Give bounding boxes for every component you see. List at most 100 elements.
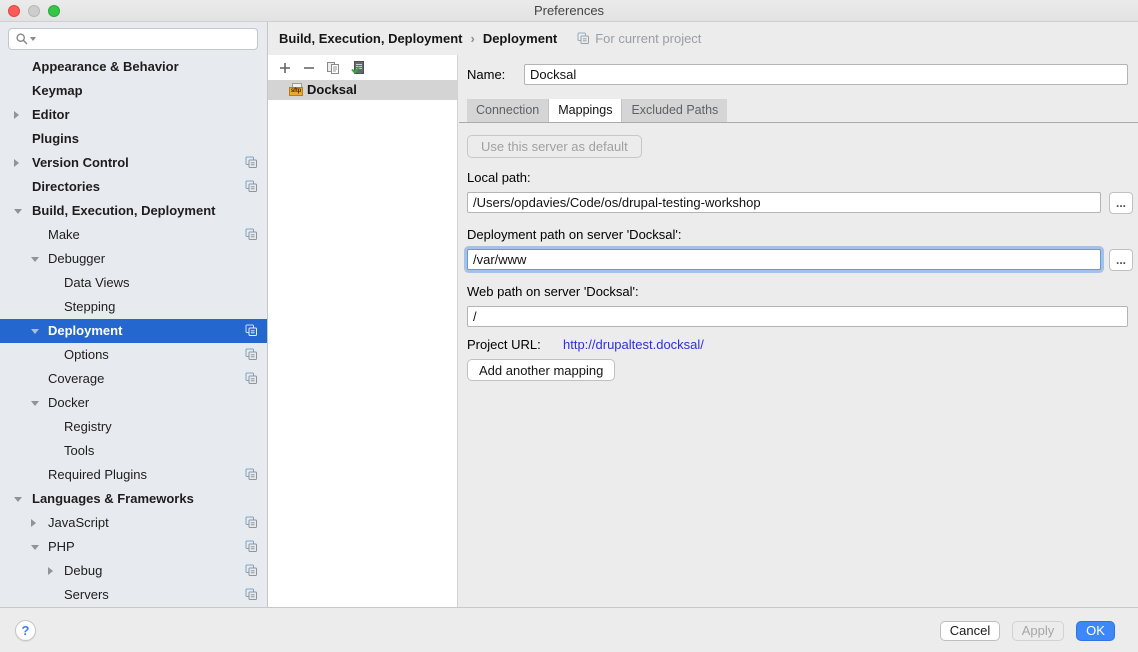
- breadcrumb-item[interactable]: Build, Execution, Deployment: [279, 31, 462, 46]
- use-server-as-default-button[interactable]: Use this server as default: [467, 135, 642, 158]
- breadcrumb-separator: ›: [470, 31, 474, 46]
- server-toolbar: [268, 55, 457, 80]
- copy-icon: [326, 61, 341, 75]
- scope-label: For current project: [595, 31, 701, 46]
- add-icon: [278, 61, 293, 75]
- sidebar-item-directories[interactable]: Directories: [0, 175, 267, 199]
- sidebar-item-appearance-behavior[interactable]: Appearance & Behavior: [0, 55, 267, 79]
- remove-button[interactable]: [297, 58, 321, 78]
- sidebar-item-label: Data Views: [64, 271, 130, 295]
- sidebar-item-options[interactable]: Options: [0, 343, 267, 367]
- titlebar: Preferences: [0, 0, 1138, 22]
- for-current-project-icon: [577, 32, 590, 45]
- shared-config-icon: [245, 348, 258, 361]
- sidebar-item-label: Build, Execution, Deployment: [32, 199, 215, 223]
- tab-excluded-paths[interactable]: Excluded Paths: [622, 99, 727, 122]
- project-url-label: Project URL:: [467, 337, 541, 352]
- deployment-path-browse-button[interactable]: ...: [1109, 249, 1133, 271]
- sidebar-item-editor[interactable]: Editor: [0, 103, 267, 127]
- sidebar-item-debugger[interactable]: Debugger: [0, 247, 267, 271]
- sidebar-item-version-control[interactable]: Version Control: [0, 151, 267, 175]
- sidebar-item-label: Servers: [64, 583, 109, 607]
- sidebar-item-label: Version Control: [32, 151, 129, 175]
- chevron-down-icon[interactable]: [14, 209, 22, 214]
- server-detail-panel: Name: ConnectionMappingsExcluded Paths U…: [459, 55, 1138, 608]
- sidebar-item-label: Directories: [32, 175, 100, 199]
- sidebar-item-stepping[interactable]: Stepping: [0, 295, 267, 319]
- chevron-right-icon[interactable]: [14, 159, 19, 167]
- shared-config-icon: [245, 180, 258, 193]
- shared-config-icon: [245, 324, 258, 337]
- chevron-right-icon[interactable]: [14, 111, 19, 119]
- sidebar-item-javascript[interactable]: JavaScript: [0, 511, 267, 535]
- sidebar-item-label: Languages & Frameworks: [32, 487, 194, 511]
- server-list-item-docksal[interactable]: sftpDocksal: [268, 80, 457, 100]
- ok-button[interactable]: OK: [1076, 621, 1115, 641]
- sidebar-item-languages-frameworks[interactable]: Languages & Frameworks: [0, 487, 267, 511]
- sidebar-item-build-execution-deployment[interactable]: Build, Execution, Deployment: [0, 199, 267, 223]
- scope-indicator: For current project: [577, 31, 701, 46]
- sidebar-item-label: Make: [48, 223, 80, 247]
- server-panel: sftpDocksal: [268, 55, 458, 608]
- sidebar-item-coverage[interactable]: Coverage: [0, 367, 267, 391]
- sftp-icon: sftp: [289, 83, 303, 97]
- use-as-default-button[interactable]: [345, 58, 369, 78]
- add-another-mapping-button[interactable]: Add another mapping: [467, 359, 615, 381]
- sidebar-item-debug[interactable]: Debug: [0, 559, 267, 583]
- chevron-down-icon[interactable]: [31, 401, 39, 406]
- preferences-window: Preferences Appearance & BehaviorKeymapE…: [0, 0, 1138, 652]
- sidebar-item-label: PHP: [48, 535, 75, 559]
- tab-mappings[interactable]: Mappings: [549, 99, 622, 122]
- chevron-down-icon[interactable]: [14, 497, 22, 502]
- sidebar-item-label: Debug: [64, 559, 102, 583]
- sidebar-item-label: Keymap: [32, 79, 83, 103]
- settings-sidebar: Appearance & BehaviorKeymapEditorPlugins…: [0, 22, 268, 608]
- sidebar-item-data-views[interactable]: Data Views: [0, 271, 267, 295]
- sidebar-item-label: Required Plugins: [48, 463, 147, 487]
- chevron-down-icon[interactable]: [31, 545, 39, 550]
- sidebar-item-label: Options: [64, 343, 109, 367]
- copy-button[interactable]: [321, 58, 345, 78]
- sidebar-item-php[interactable]: PHP: [0, 535, 267, 559]
- apply-button[interactable]: Apply: [1012, 621, 1064, 641]
- chevron-right-icon[interactable]: [48, 567, 53, 575]
- search-input[interactable]: [8, 28, 258, 50]
- chevron-down-icon[interactable]: [31, 257, 39, 262]
- sidebar-item-deployment[interactable]: Deployment: [0, 319, 267, 343]
- breadcrumb: Build, Execution, Deployment › Deploymen…: [268, 22, 1138, 55]
- sidebar-item-label: Appearance & Behavior: [32, 55, 179, 79]
- cancel-button[interactable]: Cancel: [940, 621, 1000, 641]
- search-options-caret-icon[interactable]: [30, 37, 36, 41]
- deployment-path-label: Deployment path on server 'Docksal':: [467, 227, 682, 242]
- name-input[interactable]: [524, 64, 1128, 85]
- search-field-wrap: [8, 28, 258, 50]
- project-url-link[interactable]: http://drupaltest.docksal/: [563, 337, 704, 352]
- sidebar-item-plugins[interactable]: Plugins: [0, 127, 267, 151]
- detail-tabs: ConnectionMappingsExcluded Paths: [467, 99, 727, 122]
- tab-connection[interactable]: Connection: [467, 99, 549, 122]
- sidebar-item-make[interactable]: Make: [0, 223, 267, 247]
- sidebar-item-label: Editor: [32, 103, 70, 127]
- add-button[interactable]: [273, 58, 297, 78]
- sidebar-item-required-plugins[interactable]: Required Plugins: [0, 463, 267, 487]
- chevron-right-icon[interactable]: [31, 519, 36, 527]
- sidebar-item-tools[interactable]: Tools: [0, 439, 267, 463]
- shared-config-icon: [245, 156, 258, 169]
- tab-divider: [459, 122, 1138, 123]
- server-list: sftpDocksal: [268, 80, 457, 100]
- sidebar-item-keymap[interactable]: Keymap: [0, 79, 267, 103]
- settings-tree: Appearance & BehaviorKeymapEditorPlugins…: [0, 55, 267, 607]
- local-path-browse-button[interactable]: ...: [1109, 192, 1133, 214]
- shared-config-icon: [245, 468, 258, 481]
- shared-config-icon: [245, 564, 258, 577]
- help-button[interactable]: ?: [15, 620, 36, 641]
- sidebar-item-label: Coverage: [48, 367, 104, 391]
- local-path-input[interactable]: [467, 192, 1101, 213]
- local-path-label: Local path:: [467, 170, 531, 185]
- sidebar-item-registry[interactable]: Registry: [0, 415, 267, 439]
- web-path-input[interactable]: [467, 306, 1128, 327]
- sidebar-item-docker[interactable]: Docker: [0, 391, 267, 415]
- sidebar-item-servers[interactable]: Servers: [0, 583, 267, 607]
- chevron-down-icon[interactable]: [31, 329, 39, 334]
- deployment-path-input[interactable]: [467, 249, 1101, 270]
